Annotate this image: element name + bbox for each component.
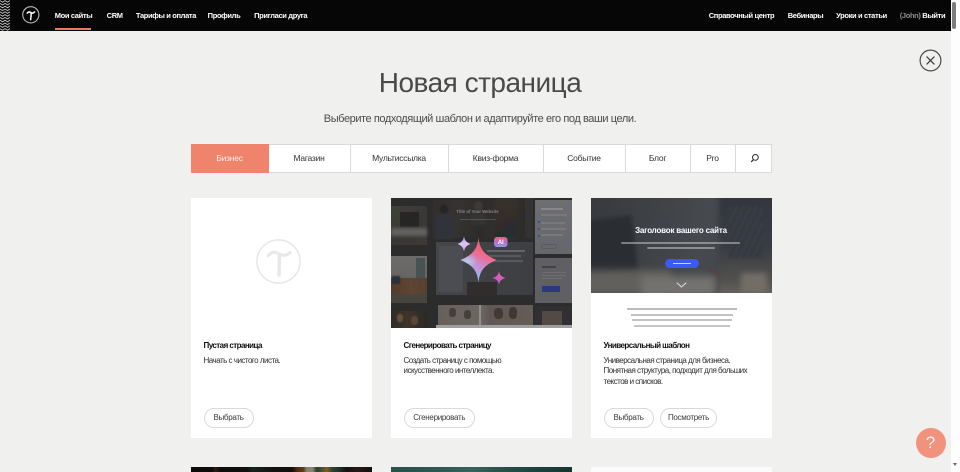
svg-text:AI: AI — [497, 240, 503, 246]
